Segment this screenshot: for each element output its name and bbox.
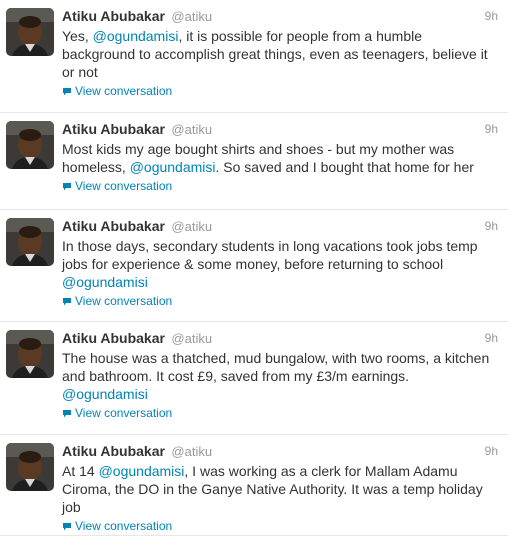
timestamp[interactable]: 9h bbox=[485, 331, 498, 345]
tweet[interactable]: Atiku Abubakar @atiku 9h The house was a t… bbox=[0, 322, 508, 435]
avatar[interactable] bbox=[6, 330, 54, 378]
tweet-header: Atiku Abubakar @atiku 9h bbox=[62, 218, 498, 236]
text-segment: or not bbox=[62, 64, 98, 80]
text-segment: In those days, secondary students in lon… bbox=[62, 238, 478, 254]
text-segment: job bbox=[62, 499, 81, 515]
author-name[interactable]: Atiku Abubakar bbox=[62, 121, 165, 137]
tweet-text-line: At 14 @ogundamisi, I was working as a cl… bbox=[62, 462, 502, 480]
author-handle[interactable]: @atiku bbox=[171, 219, 212, 234]
author-handle[interactable]: @atiku bbox=[171, 122, 212, 137]
text-segment: jobs for experience & some money, before… bbox=[62, 256, 444, 272]
tweet-header: Atiku Abubakar @atiku 9h bbox=[62, 330, 498, 348]
tweet-text-line: The house was a thatched, mud bungalow, … bbox=[62, 349, 502, 367]
tweet-text-line: homeless, @ogundamisi. So saved and I bo… bbox=[62, 158, 502, 176]
view-conversation-link[interactable]: View conversation bbox=[62, 178, 172, 194]
author-handle[interactable]: @atiku bbox=[171, 331, 212, 346]
tweet-text-line: In those days, secondary students in lon… bbox=[62, 237, 502, 255]
tweet-header: Atiku Abubakar @atiku 9h bbox=[62, 121, 498, 139]
tweet-text-line: @ogundamisi bbox=[62, 385, 502, 403]
text-segment: At 14 bbox=[62, 463, 99, 479]
author-name[interactable]: Atiku Abubakar bbox=[62, 8, 165, 24]
tweet-feed: Atiku Abubakar @atiku 9h Yes, @ogundamisi,… bbox=[0, 0, 508, 536]
text-segment: . So saved and I bought that home for he… bbox=[215, 159, 474, 175]
speech-bubble-icon bbox=[62, 406, 72, 418]
mention-link[interactable]: @ogundamisi bbox=[62, 386, 148, 402]
timestamp[interactable]: 9h bbox=[485, 444, 498, 458]
timestamp[interactable]: 9h bbox=[485, 122, 498, 136]
text-segment: homeless, bbox=[62, 159, 130, 175]
tweet-text: The house was a thatched, mud bungalow, … bbox=[62, 349, 502, 403]
tweet-text-line: @ogundamisi bbox=[62, 273, 502, 291]
tweet-header: Atiku Abubakar @atiku 9h bbox=[62, 443, 498, 461]
tweet-text-line: Most kids my age bought shirts and shoes… bbox=[62, 140, 502, 158]
tweet[interactable]: Atiku Abubakar @atiku 9h Yes, @ogundamisi,… bbox=[0, 0, 508, 113]
tweet-text-line: or not bbox=[62, 63, 502, 81]
text-segment: and bathroom. It cost £9, saved from my … bbox=[62, 368, 410, 384]
tweet-text-line: background to accomplish great things, e… bbox=[62, 45, 502, 63]
avatar[interactable] bbox=[6, 8, 54, 56]
tweet-text-line: Ciroma, the DO in the Ganye Native Autho… bbox=[62, 480, 502, 498]
text-segment: , it is possible for people from a humbl… bbox=[178, 28, 423, 44]
view-conversation-label: View conversation bbox=[75, 519, 173, 533]
view-conversation-link[interactable]: View conversation bbox=[62, 293, 172, 309]
view-conversation-label: View conversation bbox=[75, 84, 173, 98]
tweet-text-line: Yes, @ogundamisi, it is possible for peo… bbox=[62, 27, 502, 45]
author-handle[interactable]: @atiku bbox=[171, 9, 212, 24]
author-name[interactable]: Atiku Abubakar bbox=[62, 330, 165, 346]
tweet-header: Atiku Abubakar @atiku 9h bbox=[62, 8, 498, 26]
mention-link[interactable]: @ogundamisi bbox=[99, 463, 185, 479]
text-segment: background to accomplish great things, e… bbox=[62, 46, 488, 62]
view-conversation-label: View conversation bbox=[75, 179, 173, 193]
speech-bubble-icon bbox=[62, 519, 72, 531]
speech-bubble-icon bbox=[62, 179, 72, 191]
text-segment: Ciroma, the DO in the Ganye Native Autho… bbox=[62, 481, 483, 497]
avatar[interactable] bbox=[6, 443, 54, 491]
tweet-text-line: and bathroom. It cost £9, saved from my … bbox=[62, 367, 502, 385]
mention-link[interactable]: @ogundamisi bbox=[93, 28, 179, 44]
view-conversation-link[interactable]: View conversation bbox=[62, 405, 172, 421]
author-name[interactable]: Atiku Abubakar bbox=[62, 218, 165, 234]
tweet-text-line: job bbox=[62, 498, 502, 516]
tweet-text-line: jobs for experience & some money, before… bbox=[62, 255, 502, 273]
mention-link[interactable]: @ogundamisi bbox=[62, 274, 148, 290]
author-handle[interactable]: @atiku bbox=[171, 444, 212, 459]
speech-bubble-icon bbox=[62, 294, 72, 306]
text-segment: Most kids my age bought shirts and shoes… bbox=[62, 141, 455, 157]
text-segment: The house was a thatched, mud bungalow, … bbox=[62, 350, 490, 366]
tweet-text: Yes, @ogundamisi, it is possible for peo… bbox=[62, 27, 502, 81]
avatar[interactable] bbox=[6, 218, 54, 266]
view-conversation-link[interactable]: View conversation bbox=[62, 83, 172, 99]
timestamp[interactable]: 9h bbox=[485, 9, 498, 23]
speech-bubble-icon bbox=[62, 84, 72, 96]
view-conversation-label: View conversation bbox=[75, 406, 173, 420]
text-segment: Yes, bbox=[62, 28, 93, 44]
view-conversation-link[interactable]: View conversation bbox=[62, 518, 172, 534]
mention-link[interactable]: @ogundamisi bbox=[130, 159, 216, 175]
text-segment: , I was working as a clerk for Mallam Ad… bbox=[184, 463, 458, 479]
view-conversation-label: View conversation bbox=[75, 294, 173, 308]
tweet-text: Most kids my age bought shirts and shoes… bbox=[62, 140, 502, 176]
tweet-text: At 14 @ogundamisi, I was working as a cl… bbox=[62, 462, 502, 516]
author-name[interactable]: Atiku Abubakar bbox=[62, 443, 165, 459]
tweet[interactable]: Atiku Abubakar @atiku 9h Most kids my age … bbox=[0, 113, 508, 210]
avatar[interactable] bbox=[6, 121, 54, 169]
tweet[interactable]: Atiku Abubakar @atiku 9h In those days, se… bbox=[0, 210, 508, 322]
tweet[interactable]: Atiku Abubakar @atiku 9h At 14 @ogundamisi… bbox=[0, 435, 508, 536]
timestamp[interactable]: 9h bbox=[485, 219, 498, 233]
tweet-text: In those days, secondary students in lon… bbox=[62, 237, 502, 291]
